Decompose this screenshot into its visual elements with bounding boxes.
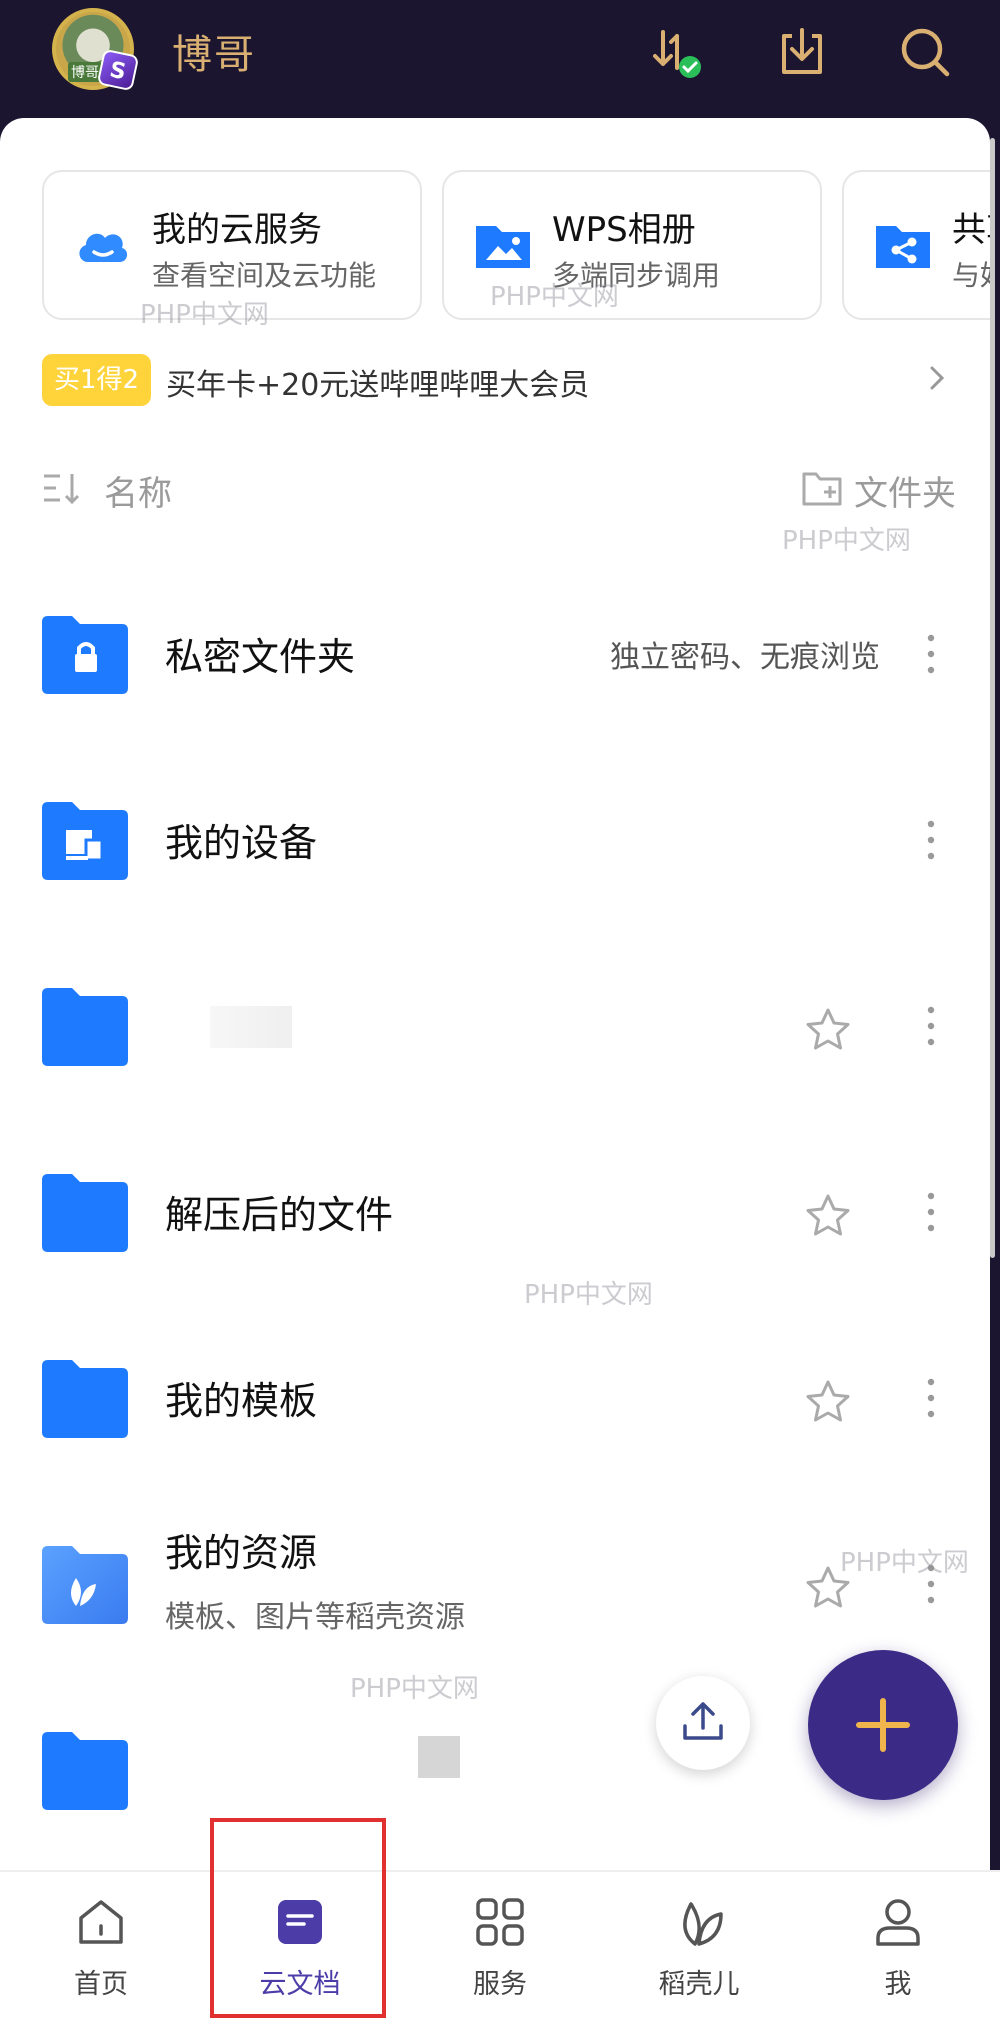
upload-button[interactable] — [656, 1676, 750, 1770]
card-wps-album[interactable]: WPS相册 多端同步调用 — [442, 170, 822, 320]
nav-label: 首页 — [74, 1969, 128, 2000]
promo-banner[interactable]: 买1得2 买年卡+20元送哔哩哔哩大会员 — [42, 350, 962, 410]
cloud-docs-panel: 我的云服务 查看空间及云功能 WPS相册 多端同步调用 共享 与好 买1得2 买… — [0, 118, 990, 1870]
list-item[interactable]: 我的设备 — [0, 748, 990, 934]
resource-folder-icon — [42, 1546, 128, 1624]
sort-icon[interactable] — [42, 470, 86, 506]
nav-me[interactable]: 我 — [833, 1892, 963, 2022]
leaf-icon — [683, 1902, 723, 1946]
card-title: 共享 — [952, 210, 990, 250]
card-shared[interactable]: 共享 与好 — [842, 170, 990, 320]
card-subtitle: 与好 — [952, 259, 990, 292]
new-folder-icon[interactable] — [800, 466, 844, 510]
more-icon[interactable] — [924, 1562, 938, 1606]
new-folder-label[interactable]: 文件夹 — [854, 466, 956, 515]
share-folder-icon — [876, 226, 930, 268]
grid-icon — [476, 1898, 524, 1946]
feature-cards: 我的云服务 查看空间及云功能 WPS相册 多端同步调用 共享 与好 — [42, 170, 990, 320]
star-icon[interactable] — [804, 1006, 852, 1054]
scrollbar[interactable] — [990, 138, 995, 1258]
transfer-sync-icon[interactable] — [645, 22, 705, 82]
card-cloud-service[interactable]: 我的云服务 查看空间及云功能 — [42, 170, 422, 320]
card-subtitle: 查看空间及云功能 — [152, 259, 377, 292]
list-item[interactable]: 私密文件夹 独立密码、无痕浏览 — [0, 562, 990, 748]
avatar-tag: 博哥 — [68, 62, 102, 82]
upload-icon — [683, 1702, 723, 1740]
nav-label: 我 — [884, 1969, 912, 2000]
star-icon[interactable] — [804, 1564, 852, 1612]
top-bar: 博哥 S 博哥 — [0, 0, 1000, 118]
folder-icon — [42, 1360, 128, 1438]
list-item[interactable]: 我的资源 模板、图片等稻壳资源 — [0, 1492, 990, 1678]
nav-docer[interactable]: 稻壳儿 — [634, 1892, 764, 2022]
cloud-icon — [79, 233, 128, 262]
star-icon[interactable] — [804, 1192, 852, 1240]
album-folder-icon — [476, 226, 530, 268]
more-icon[interactable] — [924, 632, 938, 676]
more-icon[interactable] — [924, 818, 938, 862]
blurred-name — [418, 1736, 460, 1778]
watermark: PHP中文网 — [782, 526, 911, 556]
file-note: 独立密码、无痕浏览 — [610, 640, 880, 675]
device-folder-icon — [42, 802, 128, 880]
search-icon[interactable] — [895, 22, 955, 82]
highlight-annotation — [210, 1818, 386, 2018]
nav-label: 服务 — [473, 1969, 527, 2000]
chevron-right-icon — [930, 366, 945, 390]
download-icon[interactable] — [772, 22, 832, 82]
nav-home[interactable]: 首页 — [36, 1892, 166, 2022]
username[interactable]: 博哥 — [172, 22, 256, 80]
blurred-name — [210, 1006, 292, 1048]
promo-tag: 买1得2 — [42, 354, 152, 406]
file-name: 我的模板 — [165, 1379, 318, 1423]
plus-icon — [856, 1698, 910, 1752]
folder-icon — [42, 1174, 128, 1252]
more-icon[interactable] — [924, 1190, 938, 1234]
nav-services[interactable]: 服务 — [435, 1892, 565, 2022]
file-name: 解压后的文件 — [165, 1193, 394, 1237]
file-name: 私密文件夹 — [165, 635, 356, 679]
folder-icon — [42, 1732, 128, 1810]
file-name: 我的设备 — [165, 821, 318, 865]
create-new-button[interactable] — [808, 1650, 958, 1800]
lock-folder-icon — [42, 616, 128, 694]
card-title: 我的云服务 — [152, 210, 322, 250]
list-item[interactable]: 解压后的文件 — [0, 1120, 990, 1306]
promo-text: 买年卡+20元送哔哩哔哩大会员 — [166, 368, 590, 403]
user-icon — [876, 1899, 920, 1946]
star-icon[interactable] — [804, 1378, 852, 1426]
list-item[interactable]: 我的模板 — [0, 1306, 990, 1492]
list-header: 名称 文件夹 — [42, 458, 962, 518]
home-icon — [79, 1900, 123, 1944]
list-item[interactable] — [0, 934, 990, 1120]
more-icon[interactable] — [924, 1376, 938, 1420]
folder-icon — [42, 988, 128, 1066]
more-icon[interactable] — [924, 1004, 938, 1048]
card-title: WPS相册 — [552, 210, 696, 250]
file-description: 模板、图片等稻壳资源 — [165, 1600, 465, 1635]
nav-label: 稻壳儿 — [658, 1969, 740, 2000]
card-subtitle: 多端同步调用 — [552, 259, 721, 292]
vip-badge-icon: S — [96, 48, 140, 92]
bottom-nav: 首页 云文档 服务 稻壳儿 我 — [0, 1870, 1000, 2040]
sort-label[interactable]: 名称 — [104, 466, 172, 515]
file-name: 我的资源 — [165, 1531, 318, 1575]
